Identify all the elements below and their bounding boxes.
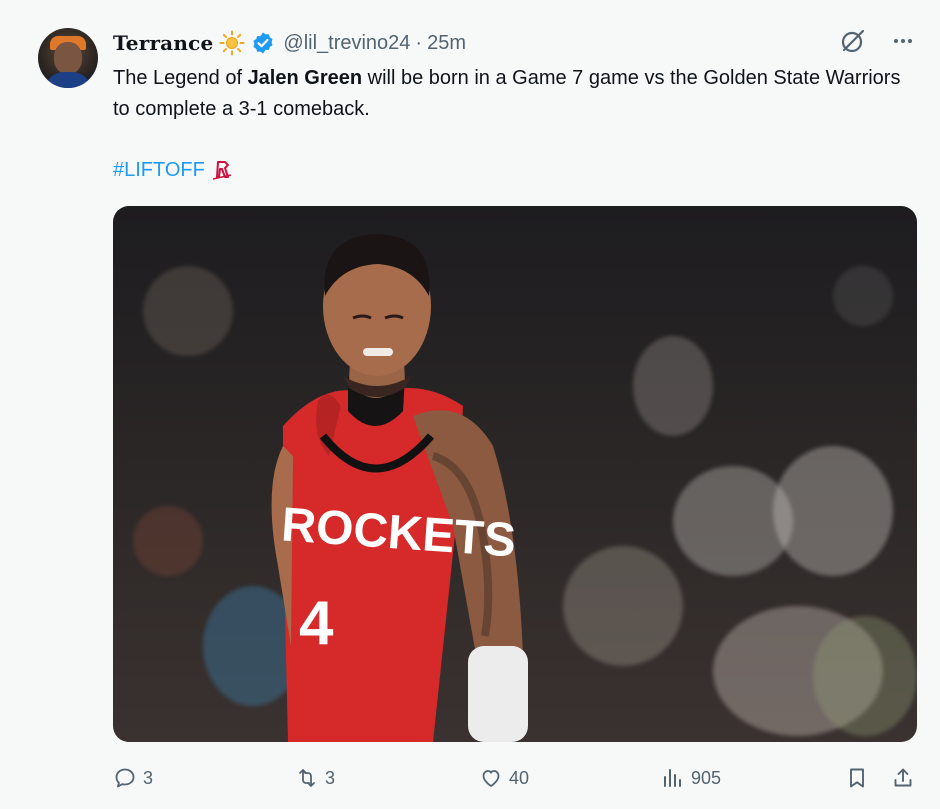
jersey-number-text: 4 xyxy=(299,589,334,658)
repost-button[interactable]: 3 xyxy=(295,760,335,796)
tweet-text-start: The Legend of xyxy=(113,67,248,89)
timestamp[interactable]: 25m xyxy=(427,32,466,55)
heart-icon xyxy=(482,770,500,787)
rockets-logo-icon xyxy=(211,159,233,183)
tweet-text-bold: Jalen Green xyxy=(247,67,363,89)
hashtag-line: #LIFTOFF xyxy=(113,155,233,186)
separator-dot: · xyxy=(415,31,423,54)
tweet-top-actions xyxy=(838,26,918,56)
grok-icon[interactable] xyxy=(838,26,868,56)
tweet-header: Terrance @lil_trevino24 · 25m xyxy=(113,30,466,56)
like-count: 40 xyxy=(509,767,530,788)
repost-icon xyxy=(299,769,315,787)
reply-button[interactable]: 3 xyxy=(113,760,153,796)
handle[interactable]: @lil_trevino24 xyxy=(283,32,410,55)
reply-icon xyxy=(115,768,135,788)
tweet: Terrance @lil_trevino24 · 25m The Legend… xyxy=(0,0,940,809)
views-button[interactable]: 905 xyxy=(661,760,721,796)
verified-badge-icon[interactable] xyxy=(251,31,275,55)
share-button[interactable] xyxy=(891,760,915,796)
sun-icon xyxy=(219,30,245,56)
tweet-actions: 3 3 40 905 xyxy=(113,760,919,796)
display-name[interactable]: Terrance xyxy=(113,31,213,55)
player-illustration: ROCKETS 4 xyxy=(271,234,528,742)
tweet-text: The Legend of Jalen Green will be born i… xyxy=(113,63,903,125)
tweet-media-image[interactable]: ROCKETS 4 xyxy=(113,206,917,742)
repost-count: 3 xyxy=(325,767,336,788)
bookmark-icon xyxy=(850,768,864,788)
reply-count: 3 xyxy=(143,767,154,788)
hashtag-link[interactable]: #LIFTOFF xyxy=(113,155,205,186)
like-button[interactable]: 40 xyxy=(479,760,529,796)
bookmark-button[interactable] xyxy=(845,760,869,796)
view-count: 905 xyxy=(691,767,722,788)
share-icon xyxy=(894,768,912,787)
avatar[interactable] xyxy=(38,28,98,88)
more-icon[interactable] xyxy=(888,26,918,56)
views-icon xyxy=(664,769,681,787)
